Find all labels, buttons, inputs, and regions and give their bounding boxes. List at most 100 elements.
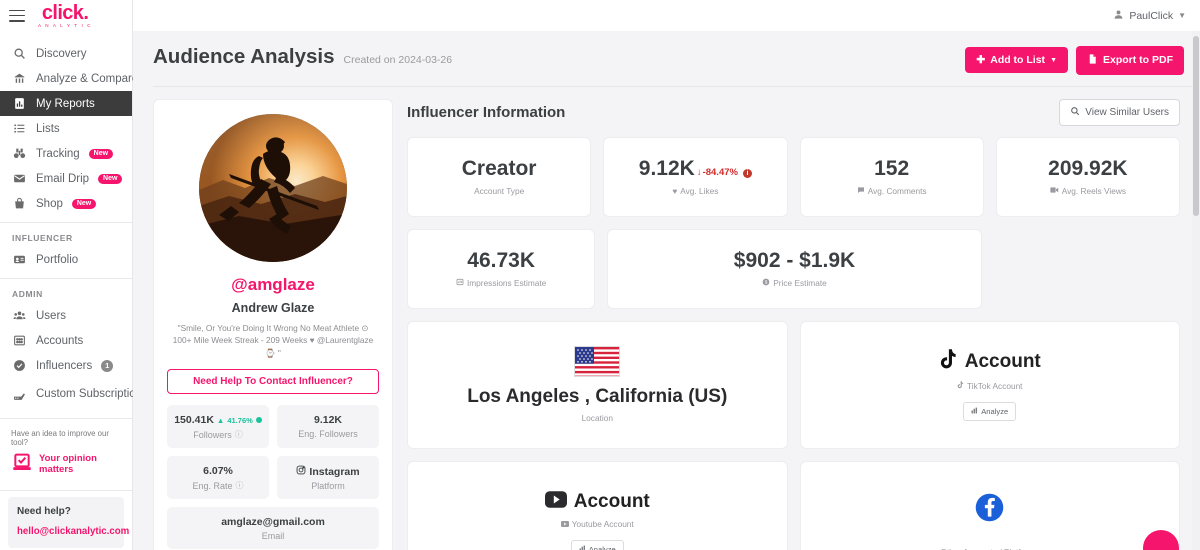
kpi-label-row: Impressions Estimate [456, 278, 546, 288]
kpi-label-row: ♥ Avg. Likes [672, 186, 718, 196]
click-analytic-logo[interactable]: click. A N A L Y T I C [38, 3, 92, 29]
idea-feedback-box: Have an idea to improve our tool? Your o… [0, 419, 132, 484]
sidebar-item-users[interactable]: Users [0, 303, 132, 328]
add-to-list-button[interactable]: ✚ Add to List ▼ [965, 47, 1068, 73]
export-to-pdf-button[interactable]: Export to PDF [1076, 45, 1184, 75]
page-title: Audience Analysis [153, 45, 335, 68]
badge-new: New [71, 198, 97, 209]
kpi-label: Impressions Estimate [466, 278, 547, 288]
sidebar-divider-4 [0, 490, 132, 491]
section-title: Influencer Information [407, 103, 566, 121]
sidebar-item-influencers[interactable]: Influencers 1 [0, 353, 132, 378]
stat-value: 9.12K [313, 414, 343, 427]
tiktok-icon [957, 380, 964, 391]
feedback-checkbox-icon [11, 453, 33, 476]
view-similar-users-button[interactable]: View Similar Users [1059, 98, 1180, 126]
sidebar-item-label: Tracking [36, 147, 80, 160]
profile-handle[interactable]: @amglaze [167, 275, 379, 295]
list-icon [12, 121, 27, 136]
scrollbar-thumb[interactable] [1193, 36, 1199, 216]
kpi-value: 209.92K [1048, 157, 1128, 180]
tiktok-account-card: Account TikTok Account Analyze [799, 320, 1180, 449]
sidebar-item-label: Portfolio [36, 253, 79, 266]
location-value: Los Angeles , California (US) [467, 386, 728, 407]
sidebar-item-label: Users [36, 309, 67, 322]
info-icon[interactable]: ⓘ [235, 429, 243, 440]
location-card: Los Angeles , California (US) Location [407, 320, 788, 449]
avatar[interactable] [199, 113, 347, 262]
sidebar-item-label: Analyze & Compare [36, 72, 139, 85]
youtube-analyze-button[interactable]: Analyze [570, 539, 624, 550]
view-similar-users-label: View Similar Users [1085, 106, 1169, 118]
platform-row-1: Los Angeles , California (US) Location A… [407, 320, 1180, 449]
tiktok-value: Account [964, 351, 1041, 372]
sidebar-item-label: Influencers [36, 359, 93, 372]
kpi-label-row: $ Price Estimate [762, 278, 827, 288]
tiktok-title-row: Account [939, 348, 1041, 376]
instagram-icon [296, 465, 306, 478]
sidebar: click. A N A L Y T I C Discovery Analyze… [0, 0, 148, 550]
sidebar-item-portfolio[interactable]: Portfolio [0, 247, 132, 272]
youtube-label-row: Youtube Account [560, 519, 634, 529]
influencer-information-panel: Influencer Information View Similar User… [407, 98, 1180, 550]
kpi-label: Price Estimate [773, 278, 827, 288]
page-actions: ✚ Add to List ▼ Export to PDF [965, 45, 1184, 75]
sidebar-item-lists[interactable]: Lists [0, 116, 132, 141]
info-icon[interactable]: ⓘ [236, 480, 244, 491]
facebook-icon[interactable] [975, 493, 1004, 525]
content-area: @amglaze Andrew Glaze "Smile, Or You're … [133, 87, 1200, 550]
sidebar-item-accounts[interactable]: Accounts [0, 328, 132, 353]
trend-down-icon: ↓ [696, 167, 702, 178]
kpi-value: 152 [874, 157, 910, 180]
sidebar-item-tracking[interactable]: Tracking New [0, 141, 132, 166]
help-email-link[interactable]: hello@clickanalytic.com [17, 526, 129, 537]
idea-cta-label: Your opinion matters [39, 452, 97, 475]
sidebar-item-my-reports[interactable]: My Reports [0, 91, 132, 116]
sidebar-item-label: Email Drip [36, 172, 90, 185]
youtube-icon [544, 490, 567, 514]
other-accounts-card: Other Accounts / Platforms [799, 460, 1180, 550]
sidebar-item-label: Custom Subscriptions [36, 388, 148, 401]
chevron-down-icon: ▼ [1178, 11, 1186, 20]
user-name: PaulClick [1129, 9, 1174, 22]
stat-value: Instagram [309, 465, 360, 478]
hamburger-menu-icon[interactable] [9, 9, 25, 22]
sidebar-item-email-drip[interactable]: Email Drip New [0, 166, 132, 191]
logo-tagline: A N A L Y T I C [38, 22, 93, 28]
kpi-delta-row: ↓ -84.47% [697, 167, 738, 178]
stat-label-row: Eng. Rate ⓘ [171, 480, 265, 491]
page-created-date: Created on 2024-03-26 [343, 54, 453, 66]
info-icon[interactable]: i [742, 169, 752, 178]
stat-value: 6.07% [203, 465, 233, 478]
sidebar-nav: Discovery Analyze & Compare My Reports L… [0, 31, 138, 216]
user-menu[interactable]: PaulClick ▼ [1113, 9, 1186, 23]
kpi-label: Avg. Reels Views [1061, 186, 1126, 196]
sidebar-item-label: My Reports [36, 97, 95, 110]
accounts-icon [12, 333, 27, 348]
your-opinion-matters-link[interactable]: Your opinion matters [11, 453, 121, 476]
youtube-account-card: Account Youtube Account Analyze [407, 460, 788, 550]
sidebar-item-custom-subscriptions[interactable]: Custom Subscriptions [0, 378, 148, 412]
sidebar-item-analyze-compare[interactable]: Analyze & Compare [0, 66, 138, 91]
contact-influencer-button[interactable]: Need Help To Contact Influencer? [167, 369, 379, 395]
sidebar-item-shop[interactable]: Shop New [0, 191, 132, 216]
tiktok-analyze-button[interactable]: Analyze [963, 401, 1017, 421]
tiktok-label: TikTok Account [967, 380, 1023, 391]
tiktok-icon [939, 348, 958, 376]
sidebar-item-discovery[interactable]: Discovery [0, 41, 132, 66]
topbar: PaulClick ▼ [133, 0, 1200, 31]
youtube-value: Account [573, 491, 650, 512]
kpi-avg-reels-views: 209.92K Avg. Reels Views [995, 136, 1180, 217]
youtube-title-row: Account [544, 490, 650, 514]
stat-eng-followers: 9.12K Eng. Followers [277, 405, 379, 449]
analyze-chart-icon [971, 407, 978, 416]
profile-card: @amglaze Andrew Glaze "Smile, Or You're … [153, 98, 393, 550]
stat-platform: Instagram Platform [277, 456, 379, 500]
stat-label: Eng. Rate [192, 480, 233, 491]
kpi-value: Creator [461, 157, 537, 180]
avatar-container [167, 113, 379, 262]
kpi-value: 9.12K [638, 157, 695, 180]
chevron-down-icon: ▼ [1050, 56, 1057, 64]
bar-chart-icon [12, 71, 27, 86]
stat-label: Platform [311, 481, 345, 492]
